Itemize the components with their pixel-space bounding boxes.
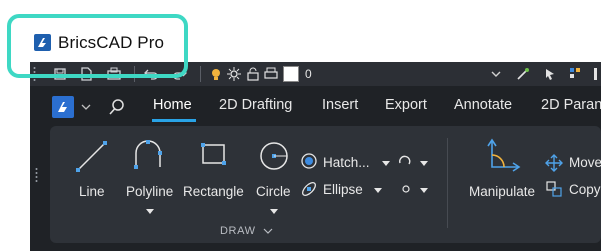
copy-icon[interactable] bbox=[545, 180, 563, 198]
chevron-down-icon[interactable] bbox=[263, 227, 273, 235]
line-icon[interactable] bbox=[74, 138, 110, 174]
rectangle-button[interactable]: Rectangle bbox=[183, 184, 244, 199]
polyline-button[interactable]: Polyline bbox=[126, 184, 173, 199]
point-icon[interactable] bbox=[401, 184, 411, 194]
draw-panel-label[interactable]: DRAW bbox=[220, 225, 256, 237]
select-icon[interactable] bbox=[542, 66, 558, 82]
tab-2d-parametric[interactable]: 2D Paran bbox=[541, 97, 601, 113]
more-icon[interactable] bbox=[590, 66, 601, 82]
tab-export[interactable]: Export bbox=[385, 97, 427, 113]
move-button[interactable]: Move bbox=[569, 155, 601, 170]
manipulate-icon[interactable] bbox=[484, 137, 524, 173]
bulb-icon[interactable] bbox=[208, 66, 224, 82]
properties-icon[interactable] bbox=[568, 66, 584, 82]
manipulate-button[interactable]: Manipulate bbox=[469, 184, 535, 199]
chevron-down-icon[interactable] bbox=[80, 101, 92, 113]
print-icon[interactable] bbox=[263, 66, 279, 82]
hatch-button[interactable]: Hatch... bbox=[323, 155, 370, 170]
chevron-down-icon[interactable] bbox=[489, 68, 503, 80]
pick-icon[interactable] bbox=[515, 66, 531, 82]
chevron-down-icon[interactable] bbox=[420, 161, 428, 166]
search-icon[interactable] bbox=[108, 98, 126, 116]
tab-insert[interactable]: Insert bbox=[322, 97, 358, 113]
hatch-icon[interactable] bbox=[300, 152, 318, 170]
tab-annotate[interactable]: Annotate bbox=[454, 97, 512, 113]
tab-home[interactable]: Home bbox=[153, 97, 192, 113]
application-menu-icon[interactable] bbox=[52, 96, 74, 118]
chevron-down-icon[interactable] bbox=[270, 209, 278, 214]
circle-button[interactable]: Circle bbox=[256, 184, 291, 199]
chevron-down-icon[interactable] bbox=[146, 209, 154, 214]
copy-button[interactable]: Copy bbox=[569, 182, 601, 197]
move-icon[interactable] bbox=[545, 154, 563, 172]
grip-icon[interactable] bbox=[35, 167, 38, 183]
sun-icon[interactable] bbox=[226, 66, 242, 82]
rectangle-icon[interactable] bbox=[198, 140, 230, 170]
highlight-annotation bbox=[7, 14, 188, 78]
chevron-down-icon[interactable] bbox=[420, 188, 428, 193]
window-margin bbox=[0, 86, 30, 251]
circle-icon[interactable] bbox=[256, 138, 292, 174]
chevron-down-icon[interactable] bbox=[382, 161, 390, 166]
lock-icon[interactable] bbox=[245, 66, 261, 82]
chevron-down-icon[interactable] bbox=[374, 188, 382, 193]
polyline-icon[interactable] bbox=[130, 137, 166, 173]
ellipse-button[interactable]: Ellipse bbox=[323, 182, 363, 197]
ellipse-icon[interactable] bbox=[300, 180, 318, 198]
active-tab-indicator bbox=[152, 119, 196, 122]
panel-divider bbox=[447, 138, 448, 228]
layer-color-swatch[interactable] bbox=[283, 66, 299, 82]
revcloud-icon[interactable] bbox=[397, 153, 413, 169]
line-button[interactable]: Line bbox=[79, 184, 105, 199]
layer-name[interactable]: 0 bbox=[305, 67, 312, 81]
tab-2d-drafting[interactable]: 2D Drafting bbox=[219, 97, 292, 113]
